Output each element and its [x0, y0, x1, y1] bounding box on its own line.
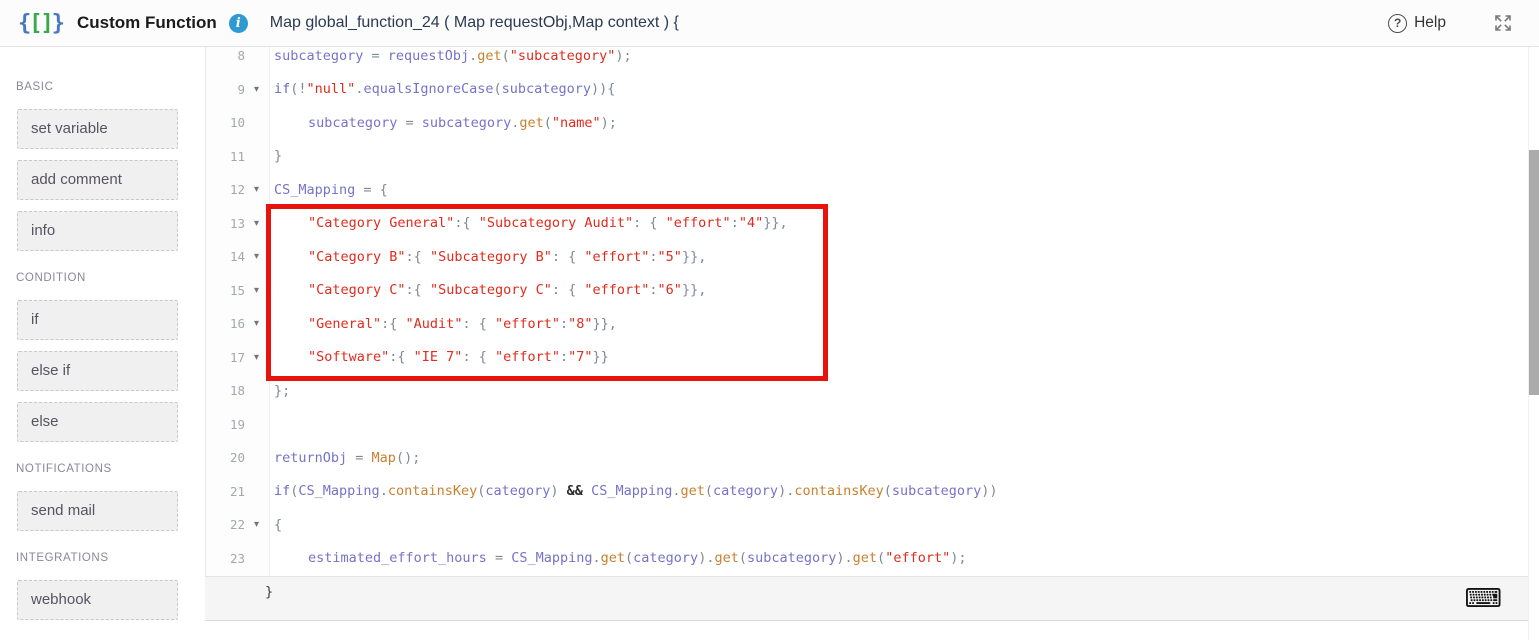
code-text: }; [274, 382, 291, 399]
line-number: 10 [229, 115, 245, 131]
vertical-scrollbar-track[interactable] [1528, 46, 1539, 640]
code-text: "General":{ "Audit": { "effort":"8"}}, [308, 315, 617, 332]
sidebar: BASIC set variable add comment info CONDITIO… [0, 46, 205, 640]
line-number: 8 [237, 48, 245, 64]
line-number: 14 [229, 249, 245, 265]
sidebar-section-label: NOTIFICATIONS [16, 463, 112, 475]
code-line[interactable]: 12 ▾ CS_Mapping = { [205, 173, 1527, 207]
line-number: 22 [229, 517, 245, 533]
sidebar-section: NOTIFICATIONS send mail [0, 463, 205, 531]
sidebar-section: CONDITION if else if else [0, 272, 205, 442]
sidebar-item-if[interactable]: if [17, 300, 178, 340]
line-number: 15 [229, 282, 245, 298]
code-line[interactable]: 15 ▾ "Category C":{ "Subcategory C": { "ef… [205, 274, 1527, 308]
line-number: 20 [229, 450, 245, 466]
fold-arrow-icon[interactable]: ▾ [245, 519, 268, 530]
code-text: "Category General":{ "Subcategory Audit"… [308, 215, 788, 232]
code-line[interactable]: 23 estimated_effort_hours = CS_Mapping.ge… [205, 542, 1527, 576]
sidebar-item-else-if[interactable]: else if [17, 351, 178, 391]
line-number: 18 [229, 383, 245, 399]
code-line[interactable]: 22 ▾ { [205, 508, 1527, 542]
code-text: if(!"null".equalsIgnoreCase(subcategory)… [274, 81, 616, 98]
line-number: 21 [229, 483, 245, 499]
question-circle-icon: ? [1388, 13, 1408, 33]
code-text: CS_Mapping = { [274, 181, 388, 198]
code-line[interactable]: 11} [205, 140, 1527, 174]
code-text: "Category B":{ "Subcategory B": { "effor… [308, 248, 707, 265]
line-number: 9 [237, 81, 245, 97]
help-label: Help [1414, 14, 1446, 31]
code-line[interactable]: 13 ▾ "Category General":{ "Subcategory Aud… [205, 207, 1527, 241]
code-text: "Software":{ "IE 7": { "effort":"7"}} [308, 349, 609, 366]
fold-arrow-icon[interactable]: ▾ [245, 84, 268, 95]
code-text: "Category C":{ "Subcategory C": { "effor… [308, 282, 707, 299]
sidebar-item-webhook[interactable]: webhook [17, 580, 178, 620]
info-icon[interactable]: i [228, 13, 248, 33]
line-number: 11 [229, 148, 245, 164]
deluge-logo-icon: {[]} [18, 10, 65, 36]
code-line[interactable]: 18}; [205, 374, 1527, 408]
code-line[interactable]: 20 returnObj = Map(); [205, 441, 1527, 475]
code-text: subcategory = requestObj.get("subcategor… [274, 47, 632, 64]
editor-footer: } ⌨ [205, 576, 1530, 621]
code-text: { [274, 516, 283, 533]
sidebar-section: INTEGRATIONS webhook [0, 552, 205, 620]
code-line[interactable]: 19 [205, 408, 1527, 442]
code-text: } [274, 148, 283, 165]
code-text: returnObj = Map(); [274, 449, 421, 466]
function-signature: Map global_function_24 ( Map requestObj,… [269, 14, 679, 31]
line-number: 19 [229, 416, 245, 432]
line-number: 12 [229, 182, 245, 198]
fold-arrow-icon[interactable]: ▾ [245, 352, 268, 363]
fold-arrow-icon[interactable]: ▾ [245, 251, 268, 262]
line-number: 17 [229, 349, 245, 365]
code-text: if(CS_Mapping.containsKey(category) && C… [274, 483, 998, 500]
keyboard-shortcuts-icon[interactable]: ⌨ [1464, 580, 1502, 618]
line-number: 23 [229, 550, 245, 566]
fullscreen-expand-icon[interactable] [1492, 12, 1514, 34]
code-text: estimated_effort_hours = CS_Mapping.get(… [308, 550, 967, 567]
code-rows: 8 subcategory = requestObj.get("subcatego… [205, 39, 1527, 575]
line-number: 16 [229, 316, 245, 332]
fold-arrow-icon[interactable]: ▾ [245, 218, 268, 229]
sidebar-section: BASIC set variable add comment info [0, 81, 205, 251]
sidebar-item-add-comment[interactable]: add comment [17, 160, 178, 200]
page-title: Custom Function [77, 13, 217, 32]
sidebar-section-label: INTEGRATIONS [16, 552, 109, 564]
sidebar-section-label: BASIC [16, 81, 54, 93]
code-text: subcategory = subcategory.get("name"); [308, 114, 617, 131]
fold-arrow-icon[interactable]: ▾ [245, 184, 268, 195]
sidebar-section-label: CONDITION [16, 272, 86, 284]
header: {[]} Custom Function i Map global_functi… [0, 0, 1539, 47]
closing-brace: } [265, 584, 274, 600]
code-line[interactable]: 17 ▾ "Software":{ "IE 7": { "effort":"7"}} [205, 341, 1527, 375]
line-number: 13 [229, 215, 245, 231]
code-line[interactable]: 16 ▾ "General":{ "Audit": { "effort":"8"}}… [205, 307, 1527, 341]
fold-arrow-icon[interactable]: ▾ [245, 318, 268, 329]
sidebar-item-send-mail[interactable]: send mail [17, 491, 178, 531]
code-line[interactable]: 9 ▾ if(!"null".equalsIgnoreCase(subcategor… [205, 73, 1527, 107]
code-line[interactable]: 14 ▾ "Category B":{ "Subcategory B": { "ef… [205, 240, 1527, 274]
sidebar-item-else[interactable]: else [17, 402, 178, 442]
help-button[interactable]: ? Help [1388, 13, 1446, 33]
code-line[interactable]: 21 if(CS_Mapping.containsKey(category) &&… [205, 475, 1527, 509]
sidebar-item-info[interactable]: info [17, 211, 178, 251]
fold-arrow-icon[interactable]: ▾ [245, 285, 268, 296]
vertical-scrollbar-thumb[interactable] [1529, 150, 1539, 395]
sidebar-item-set-variable[interactable]: set variable [17, 109, 178, 149]
code-line[interactable]: 10 subcategory = subcategory.get("name"); [205, 106, 1527, 140]
